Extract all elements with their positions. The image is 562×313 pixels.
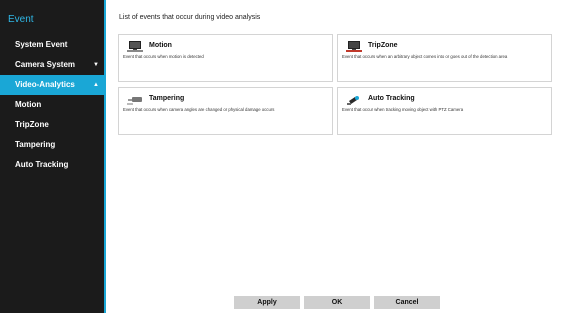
card-title: Motion [149, 42, 172, 49]
sidebar-item-label: Tampering [15, 140, 56, 149]
card-title: Tampering [149, 95, 185, 102]
sidebar-item-label: Video-Analytics [15, 80, 75, 89]
card-title: Auto Tracking [368, 95, 415, 102]
card-auto-tracking[interactable]: Auto Tracking Event that occur when trac… [337, 87, 552, 135]
card-motion[interactable]: Motion Event that occurs when motion is … [118, 34, 333, 82]
sidebar-item-label: Camera System [15, 60, 76, 69]
sidebar-title: Event [8, 14, 34, 25]
sidebar-item-label: Auto Tracking [15, 160, 69, 169]
sidebar-item-video-analytics[interactable]: Video-Analytics ▲ [0, 75, 104, 95]
card-tampering[interactable]: Tampering Event that occurs when camera … [118, 87, 333, 135]
card-title: TripZone [368, 42, 398, 49]
page-title: List of events that occur during video a… [119, 14, 261, 21]
main-panel: List of events that occur during video a… [106, 0, 562, 313]
sidebar-item-tampering[interactable]: Tampering [0, 135, 104, 155]
sidebar-item-motion[interactable]: Motion [0, 95, 104, 115]
card-description: Event that occurs when an arbitrary obje… [342, 54, 508, 59]
sidebar-item-tripzone[interactable]: TripZone [0, 115, 104, 135]
card-description: Event that occur when tracking moving ob… [342, 107, 464, 112]
cancel-button[interactable]: Cancel [374, 296, 440, 309]
sidebar-item-auto-tracking[interactable]: Auto Tracking [0, 155, 104, 175]
sidebar-item-label: System Event [15, 40, 68, 49]
camera-icon [127, 97, 142, 105]
ok-button[interactable]: OK [304, 296, 370, 309]
sidebar-item-system-event[interactable]: System Event [0, 35, 104, 55]
sidebar: Event System Event Camera System ▼ Video… [0, 0, 104, 313]
monitor-icon [127, 41, 143, 52]
chevron-up-icon: ▲ [93, 82, 99, 88]
sidebar-item-label: TripZone [15, 120, 49, 129]
card-tripzone[interactable]: TripZone Event that occurs when an arbit… [337, 34, 552, 82]
ptz-camera-icon [347, 96, 359, 105]
sidebar-item-label: Motion [15, 100, 42, 109]
sidebar-item-camera-system[interactable]: Camera System ▼ [0, 55, 104, 75]
card-description: Event that occurs when camera angles are… [123, 107, 275, 112]
card-description: Event that occurs when motion is detecte… [123, 54, 204, 59]
monitor-icon [346, 41, 362, 52]
apply-button[interactable]: Apply [234, 296, 300, 309]
chevron-down-icon: ▼ [93, 62, 99, 68]
